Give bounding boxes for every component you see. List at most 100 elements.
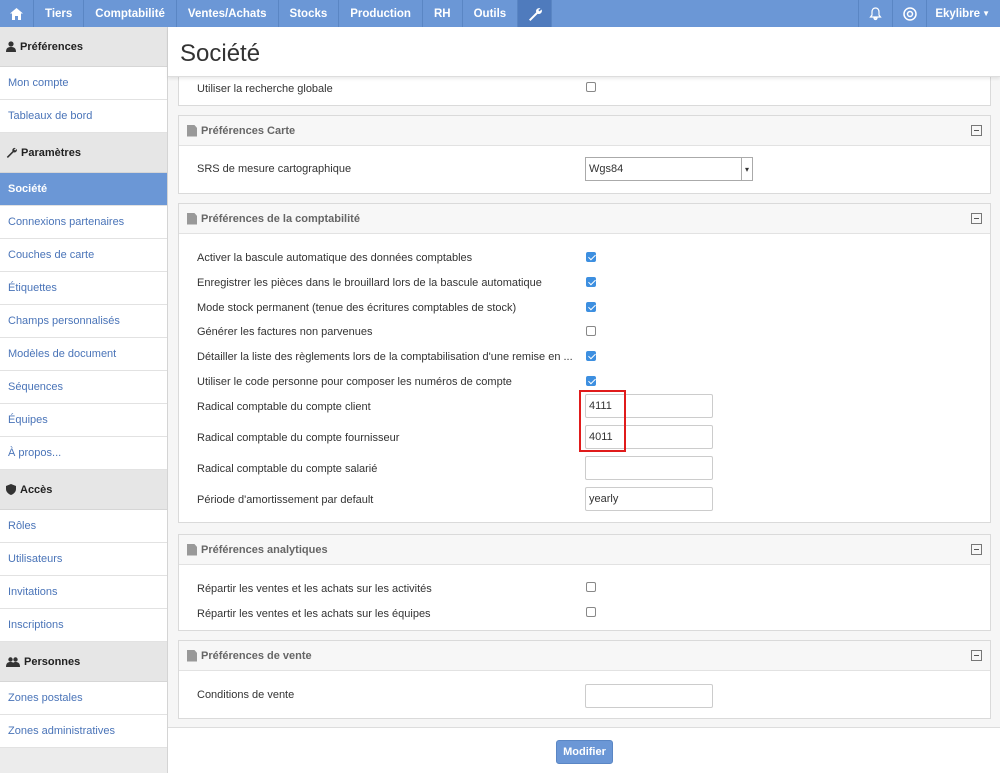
user-name: Ekylibre — [935, 7, 981, 20]
nav-stocks[interactable]: Stocks — [279, 0, 340, 27]
row-label: Répartir les ventes et les achats sur le… — [197, 583, 432, 595]
panel-carte: Préférences Carte SRS de mesure cartogra… — [178, 115, 991, 194]
checkbox-repartir-equipes[interactable] — [586, 607, 596, 617]
section-title: Personnes — [24, 655, 81, 668]
checkbox-recherche-globale[interactable] — [586, 82, 596, 92]
sidebar-section-personnes: Personnes — [0, 642, 167, 682]
srs-select[interactable]: Wgs84 ▾ — [585, 157, 753, 181]
home-icon — [10, 7, 23, 20]
sidebar-section-preferences: Préférences — [0, 27, 167, 67]
sidebar-section-acces: Accès — [0, 470, 167, 510]
section-title: Préférences — [20, 40, 83, 53]
sidebar-item-sequences[interactable]: Séquences — [0, 371, 167, 404]
sidebar-item-champs-personnalises[interactable]: Champs personnalisés — [0, 305, 167, 338]
collapse-icon[interactable] — [971, 650, 982, 661]
sidebar-item-tableaux-de-bord[interactable]: Tableaux de bord — [0, 100, 167, 133]
collapse-icon[interactable] — [971, 213, 982, 224]
panel-header: Préférences de vente — [179, 641, 990, 671]
sidebar-item-modeles-de-document[interactable]: Modèles de document — [0, 338, 167, 371]
row-label: Utiliser le code personne pour composer … — [197, 376, 512, 388]
checkbox-factures-non-parvenues[interactable] — [586, 326, 596, 336]
sidebar-section-parametres: Paramètres — [0, 133, 167, 173]
lifebuoy-icon — [903, 6, 917, 21]
sidebar-item-roles[interactable]: Rôles — [0, 510, 167, 543]
row-label: Radical comptable du compte salarié — [197, 463, 378, 475]
modifier-button[interactable]: Modifier — [556, 740, 613, 764]
nav-ventes-achats[interactable]: Ventes/Achats — [177, 0, 279, 27]
people-icon — [6, 656, 20, 667]
checkbox-code-personne[interactable] — [586, 376, 596, 386]
row-label: Conditions de vente — [197, 689, 295, 701]
checkbox-stock-permanent[interactable] — [586, 302, 596, 312]
user-menu[interactable]: Ekylibre ▼ — [926, 0, 1000, 27]
panel-title: Préférences Carte — [201, 124, 296, 137]
document-icon — [187, 649, 197, 662]
sidebar-item-invitations[interactable]: Invitations — [0, 576, 167, 609]
help-button[interactable] — [892, 0, 926, 27]
bell-icon — [869, 6, 883, 20]
checkbox-bascule-auto[interactable] — [586, 252, 596, 262]
caret-down-icon: ▼ — [982, 9, 990, 18]
sidebar-item-inscriptions[interactable]: Inscriptions — [0, 609, 167, 642]
sidebar-item-couches-de-carte[interactable]: Couches de carte — [0, 239, 167, 272]
highlight-box — [579, 390, 626, 452]
home-button[interactable] — [0, 0, 34, 27]
section-title: Accès — [20, 483, 53, 496]
sidebar-item-zones-administratives[interactable]: Zones administratives — [0, 715, 167, 748]
document-icon — [187, 543, 197, 556]
panel-header: Préférences Carte — [179, 116, 990, 146]
form-actions: Modifier — [168, 727, 1000, 773]
panel-header: Préférences de la comptabilité — [179, 204, 990, 234]
wrench-icon — [528, 7, 542, 21]
checkbox-brouillard[interactable] — [586, 277, 596, 287]
nav-rh[interactable]: RH — [423, 0, 463, 27]
document-icon — [187, 124, 197, 137]
nav-outils[interactable]: Outils — [463, 0, 519, 27]
top-navbar: Tiers Comptabilité Ventes/Achats Stocks … — [0, 0, 1000, 27]
notifications-button[interactable] — [858, 0, 892, 27]
nav-comptabilite[interactable]: Comptabilité — [84, 0, 177, 27]
row-label: Utiliser la recherche globale — [197, 83, 333, 95]
main-content: Société Utiliser la recherche globale Pr… — [168, 27, 1000, 773]
panel-title: Préférences de vente — [201, 649, 312, 662]
sidebar-item-mon-compte[interactable]: Mon compte — [0, 67, 167, 100]
sidebar-item-zones-postales[interactable]: Zones postales — [0, 682, 167, 715]
sidebar-item-equipes[interactable]: Équipes — [0, 404, 167, 437]
row-label: Générer les factures non parvenues — [197, 326, 373, 338]
panel-analytiques: Préférences analytiques Répartir les ven… — [178, 534, 991, 631]
panel-comptabilite: Préférences de la comptabilité Activer l… — [178, 203, 991, 523]
document-icon — [187, 212, 197, 225]
page-title: Société — [168, 27, 1000, 77]
wrench-icon — [6, 147, 17, 158]
periode-amortissement-input[interactable] — [585, 487, 713, 511]
row-label: Activer la bascule automatique des donné… — [197, 252, 473, 264]
checkbox-detail-reglements[interactable] — [586, 351, 596, 361]
nav-tiers[interactable]: Tiers — [34, 0, 85, 27]
nav-production[interactable]: Production — [339, 0, 423, 27]
row-label: SRS de mesure cartographique — [197, 163, 352, 175]
sidebar-item-utilisateurs[interactable]: Utilisateurs — [0, 543, 167, 576]
row-label: Période d'amortissement par default — [197, 494, 374, 506]
radical-salarie-input[interactable] — [585, 456, 713, 480]
row-label: Radical comptable du compte fournisseur — [197, 432, 400, 444]
section-title: Paramètres — [21, 146, 81, 159]
panel-title: Préférences analytiques — [201, 543, 328, 556]
row-label: Détailler la liste des règlements lors d… — [197, 351, 573, 363]
panel-header: Préférences analytiques — [179, 535, 990, 565]
panel-vente: Préférences de vente Conditions de vente — [178, 640, 991, 719]
sidebar: Préférences Mon compte Tableaux de bord … — [0, 27, 168, 773]
shield-icon — [6, 484, 16, 495]
sidebar-item-etiquettes[interactable]: Étiquettes — [0, 272, 167, 305]
collapse-icon[interactable] — [971, 544, 982, 555]
row-label: Radical comptable du compte client — [197, 401, 371, 413]
sidebar-item-connexions-partenaires[interactable]: Connexions partenaires — [0, 206, 167, 239]
sidebar-item-societe[interactable]: Société — [0, 173, 167, 206]
panel-title: Préférences de la comptabilité — [201, 212, 360, 225]
conditions-vente-input[interactable] — [585, 684, 713, 708]
collapse-icon[interactable] — [971, 125, 982, 136]
settings-button[interactable] — [518, 0, 553, 27]
row-label: Mode stock permanent (tenue des écriture… — [197, 302, 517, 314]
select-arrow-icon: ▾ — [741, 158, 752, 180]
sidebar-item-a-propos[interactable]: À propos... — [0, 437, 167, 470]
checkbox-repartir-activites[interactable] — [586, 582, 596, 592]
